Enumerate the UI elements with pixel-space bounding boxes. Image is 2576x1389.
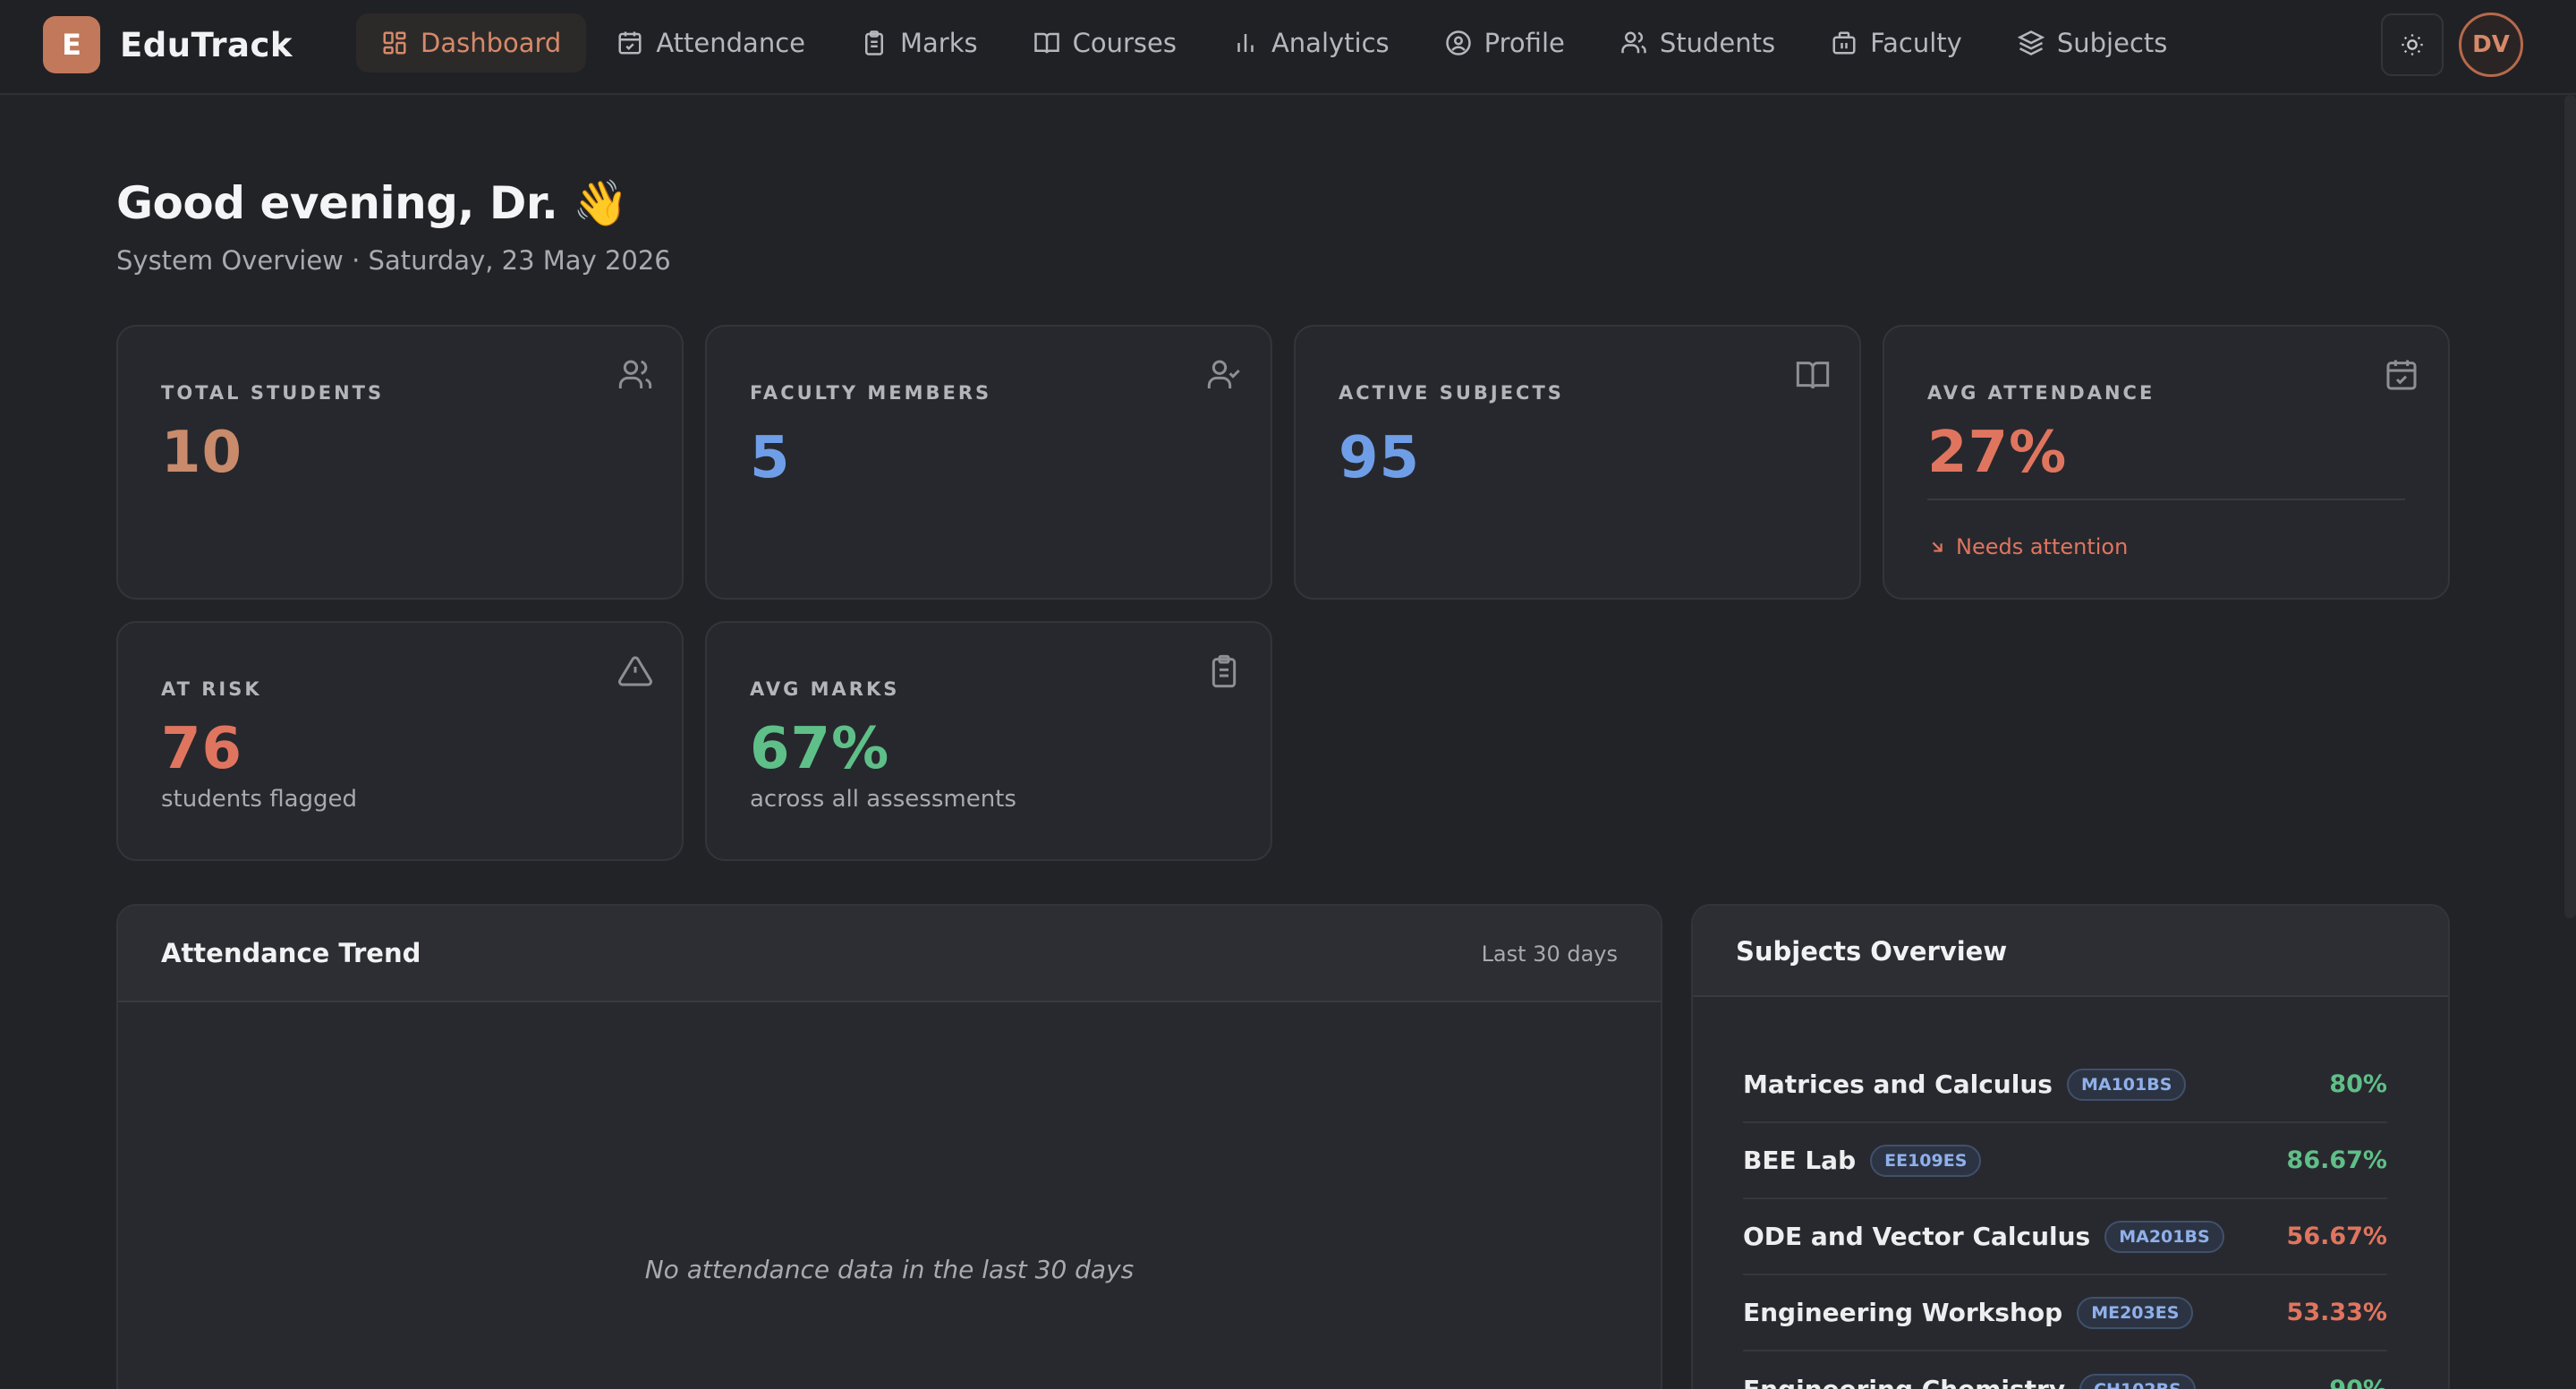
users-icon <box>1621 31 1646 54</box>
stat-label: AVG MARKS <box>750 678 900 700</box>
app-logo: E <box>43 16 100 73</box>
panel-header: Subjects Overview <box>1693 906 2448 997</box>
page-greeting: Good evening, Dr. 👋 <box>116 177 629 229</box>
nav-attendance[interactable]: Attendance <box>591 13 830 72</box>
stat-card-avg-marks: AVG MARKS 67% across all assessments <box>705 621 1272 861</box>
book-icon <box>1795 357 1831 393</box>
needs-attention-text: Needs attention <box>1956 534 2129 559</box>
nav-subjects[interactable]: Subjects <box>1993 13 2193 72</box>
building-icon <box>1832 31 1856 55</box>
subject-code-badge: MA201BS <box>2104 1220 2224 1253</box>
stat-card-active-subjects: ACTIVE SUBJECTS 95 <box>1294 325 1861 600</box>
nav-faculty-label: Faculty <box>1870 28 1962 58</box>
grid-icon <box>383 31 406 55</box>
stat-card-faculty-members: FACULTY MEMBERS 5 <box>705 325 1272 600</box>
subject-percentage: 90% <box>2329 1376 2387 1389</box>
warning-triangle-icon <box>617 653 653 689</box>
stat-card-total-students: TOTAL STUDENTS 10 <box>116 325 684 600</box>
subject-name: Engineering Workshop <box>1743 1298 2063 1327</box>
stat-label: ACTIVE SUBJECTS <box>1339 382 1564 404</box>
calendar-check-icon <box>618 31 642 55</box>
subject-name: Engineering Chemistry <box>1743 1375 2065 1389</box>
nav-analytics-label: Analytics <box>1271 28 1390 58</box>
subject-percentage: 80% <box>2329 1070 2387 1098</box>
subject-percentage: 53.33% <box>2286 1299 2387 1326</box>
main-nav: Dashboard Attendance Marks Courses Analy… <box>356 13 2192 72</box>
subject-code-badge: MA101BS <box>2066 1068 2187 1101</box>
stat-value: 27% <box>1927 420 2068 486</box>
attendance-trend-panel: Attendance Trend Last 30 days No attenda… <box>116 904 1662 1389</box>
subject-name: ODE and Vector Calculus <box>1743 1222 2091 1251</box>
stat-card-avg-attendance: AVG ATTENDANCE 27% Needs attention <box>1883 325 2450 600</box>
nav-subjects-label: Subjects <box>2056 28 2168 58</box>
stat-sub: across all assessments <box>750 786 1016 813</box>
nav-profile-label: Profile <box>1484 28 1565 58</box>
subject-row[interactable]: BEE Lab EE109ES 86.67% <box>1743 1123 2387 1199</box>
nav-analytics[interactable]: Analytics <box>1207 13 1415 72</box>
theme-toggle-button[interactable] <box>2381 13 2444 76</box>
arrow-down-right-icon <box>1932 541 1943 552</box>
app-name: EduTrack <box>120 25 293 64</box>
stat-value: 95 <box>1339 425 1421 491</box>
clipboard-icon <box>1206 653 1242 689</box>
needs-attention-note: Needs attention <box>1927 534 2128 559</box>
stat-label: FACULTY MEMBERS <box>750 382 992 404</box>
top-navbar: E EduTrack Dashboard Attendance Marks Co… <box>0 0 2576 95</box>
empty-state-message: No attendance data in the last 30 days <box>644 1255 1135 1284</box>
subject-code-badge: CH102BS <box>2079 1373 2196 1389</box>
subject-row[interactable]: Matrices and Calculus MA101BS 80% <box>1743 1047 2387 1123</box>
nav-courses-label: Courses <box>1072 28 1177 58</box>
stat-sub: students flagged <box>161 786 358 813</box>
nav-marks[interactable]: Marks <box>836 13 1003 72</box>
nav-dashboard-label: Dashboard <box>421 28 562 58</box>
panel-title: Attendance Trend <box>161 938 421 968</box>
stat-value: 76 <box>161 716 243 782</box>
subject-percentage: 86.67% <box>2286 1146 2387 1174</box>
users-icon <box>617 357 653 393</box>
stat-label: AT RISK <box>161 678 262 700</box>
subject-name: BEE Lab <box>1743 1146 1857 1175</box>
nav-students-label: Students <box>1659 28 1776 58</box>
card-divider <box>1927 499 2405 500</box>
stat-label: TOTAL STUDENTS <box>161 382 385 404</box>
nav-courses[interactable]: Courses <box>1008 13 1202 72</box>
brand[interactable]: E EduTrack <box>43 16 293 73</box>
nav-profile[interactable]: Profile <box>1420 13 1590 72</box>
user-circle-icon <box>1445 30 1471 55</box>
panel-header: Attendance Trend Last 30 days <box>118 906 1661 1002</box>
layers-icon <box>2017 30 2045 55</box>
subject-code-badge: EE109ES <box>1870 1144 1982 1177</box>
stat-value: 67% <box>750 716 890 782</box>
nav-dashboard[interactable]: Dashboard <box>356 13 587 72</box>
user-check-icon <box>1206 357 1242 393</box>
clipboard-icon <box>864 30 883 55</box>
sun-icon <box>2402 34 2423 55</box>
calendar-check-icon <box>2384 357 2419 393</box>
subject-row[interactable]: Engineering Chemistry CH102BS 90% <box>1743 1351 2387 1389</box>
user-avatar[interactable]: DV <box>2459 13 2523 77</box>
subject-row[interactable]: Engineering Workshop ME203ES 53.33% <box>1743 1275 2387 1351</box>
nav-marks-label: Marks <box>899 28 978 58</box>
nav-attendance-label: Attendance <box>656 28 805 58</box>
page-subtitle: System Overview · Saturday, 23 May 2026 <box>116 245 671 276</box>
bar-chart-icon <box>1237 34 1254 52</box>
subject-code-badge: ME203ES <box>2077 1296 2194 1329</box>
stat-card-at-risk: AT RISK 76 students flagged <box>116 621 684 861</box>
range-label: Last 30 days <box>1481 942 1618 967</box>
subject-percentage: 56.67% <box>2286 1223 2387 1250</box>
stat-value: 5 <box>750 425 791 491</box>
book-icon <box>1033 32 1059 54</box>
subject-row[interactable]: ODE and Vector Calculus MA201BS 56.67% <box>1743 1199 2387 1275</box>
stat-label: AVG ATTENDANCE <box>1927 382 2155 404</box>
stat-value: 10 <box>161 420 243 486</box>
page-scrollbar[interactable] <box>2564 95 2576 918</box>
panel-title: Subjects Overview <box>1736 936 2008 967</box>
nav-students[interactable]: Students <box>1595 13 1800 72</box>
nav-faculty[interactable]: Faculty <box>1806 13 1987 72</box>
subjects-overview-panel: Subjects Overview Matrices and Calculus … <box>1691 904 2450 1389</box>
subject-name: Matrices and Calculus <box>1743 1069 2053 1099</box>
